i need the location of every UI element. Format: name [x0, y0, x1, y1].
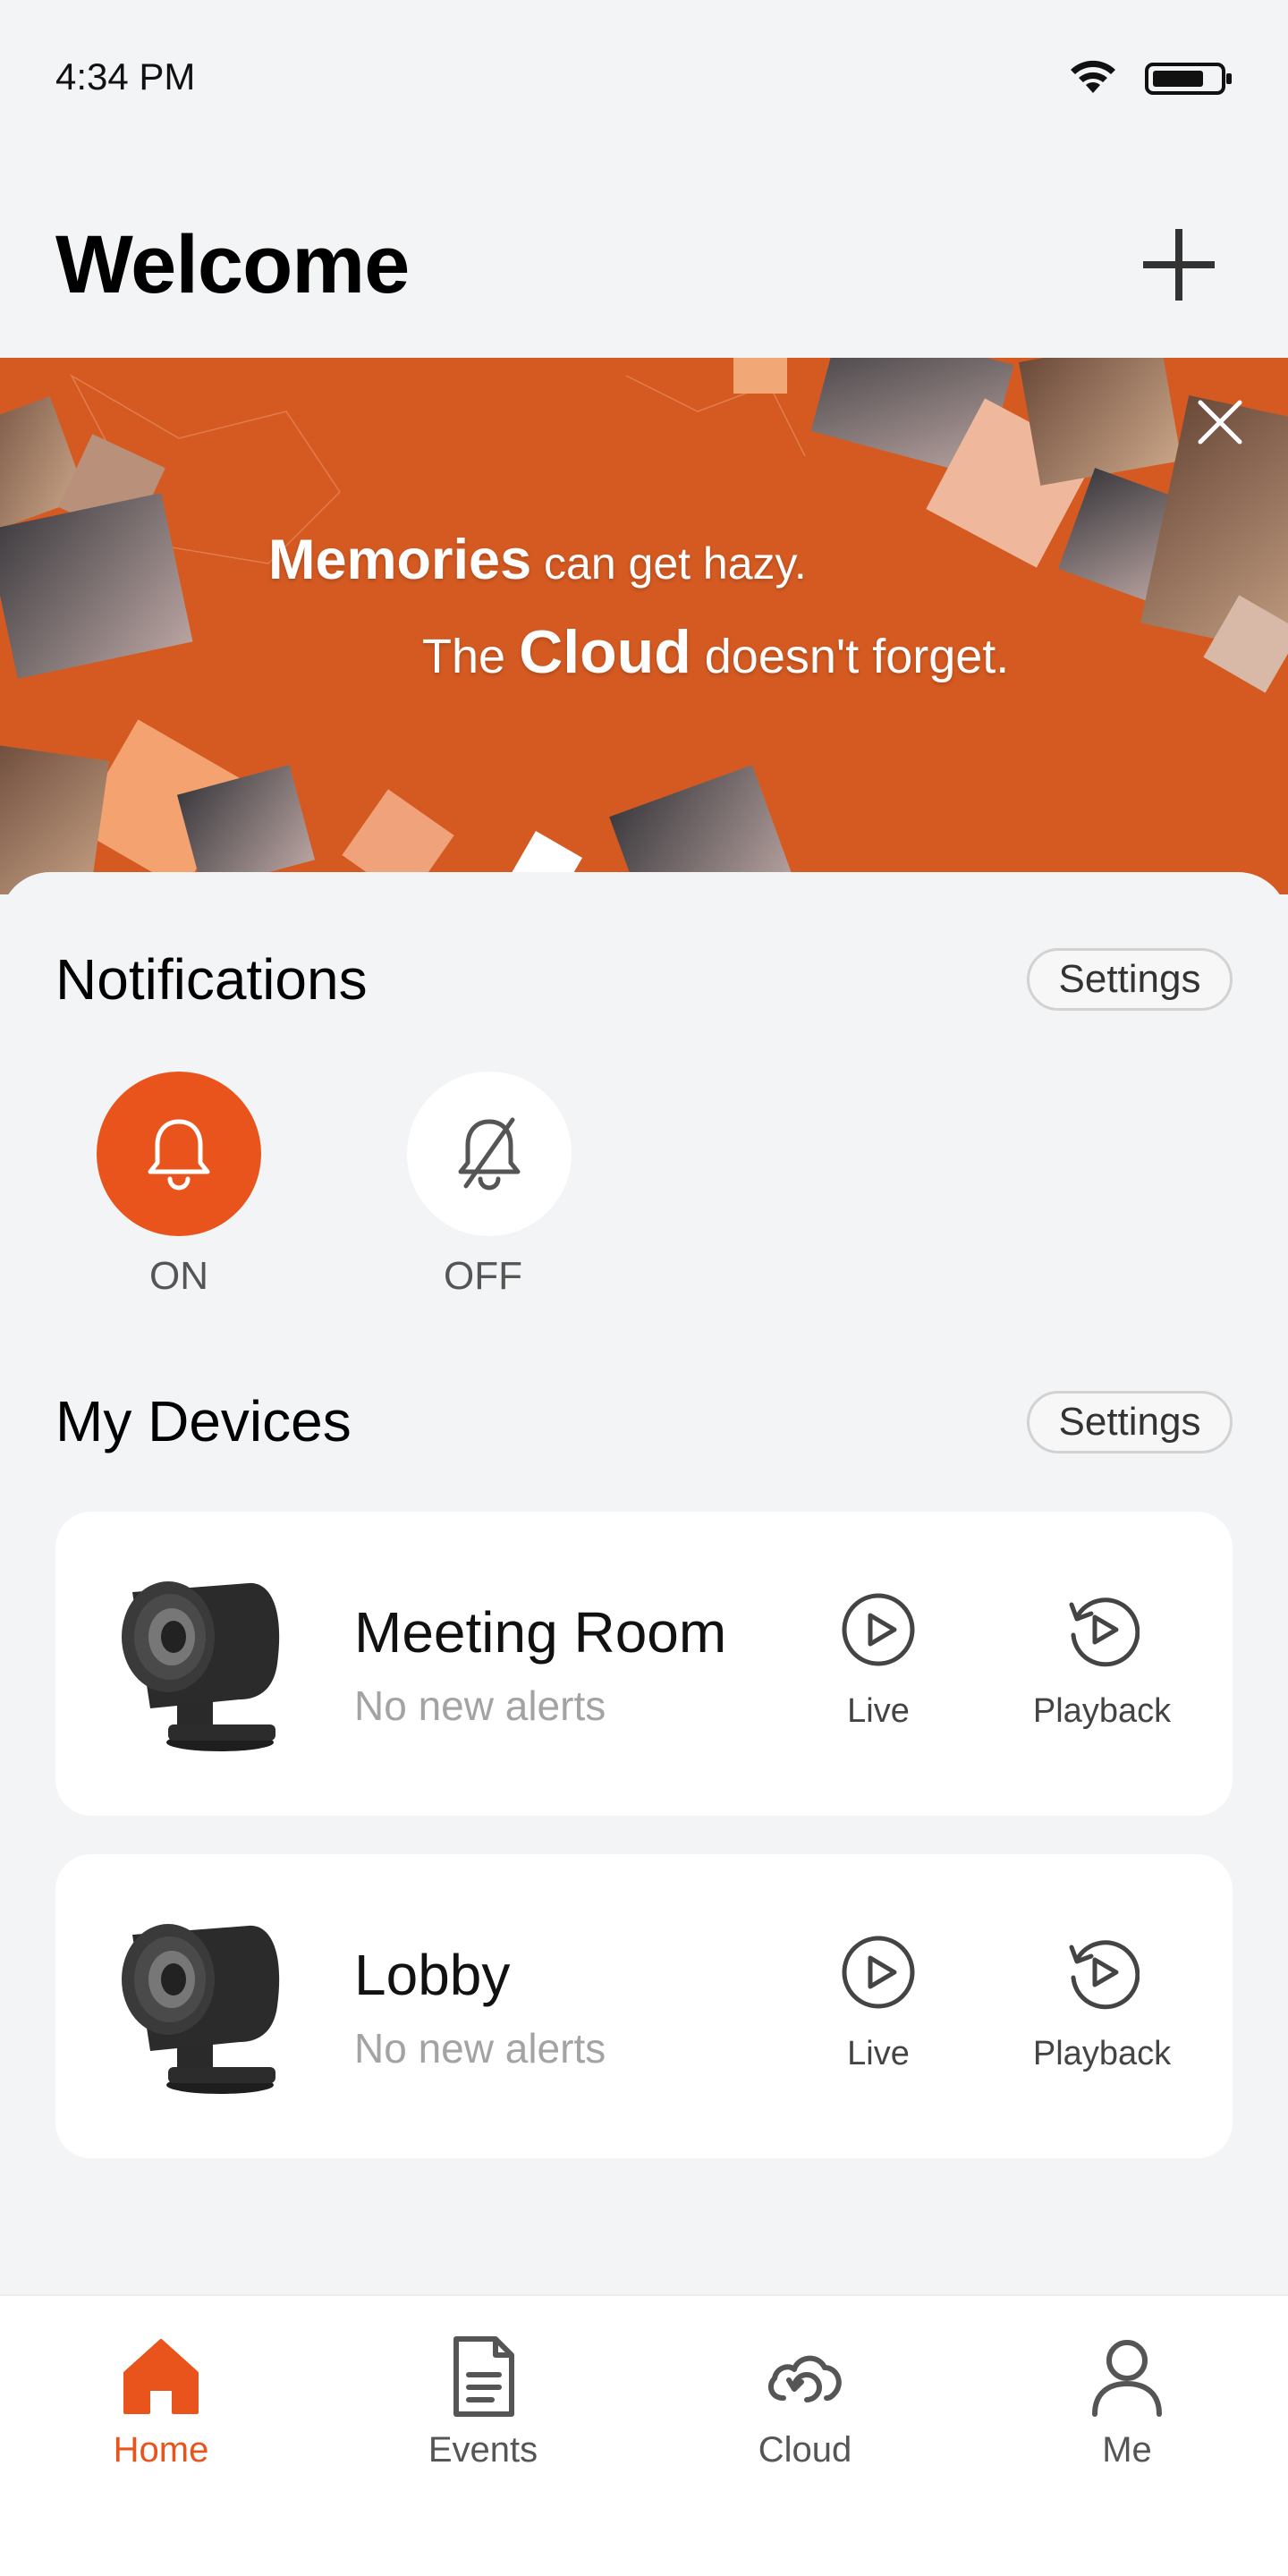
- device-name: Meeting Room: [354, 1600, 727, 1665]
- live-label: Live: [847, 2035, 910, 2072]
- playback-button[interactable]: Playback: [1004, 1592, 1200, 1753]
- replay-icon: [1069, 1940, 1140, 2010]
- tab-cloud[interactable]: Cloud: [689, 2316, 921, 2477]
- notifications-title: Notifications: [55, 947, 368, 1012]
- live-button[interactable]: Live: [798, 1592, 959, 1753]
- device-card-lobby[interactable]: Lobby No new alerts Live Playback: [55, 1854, 1233, 2158]
- bell-off-icon: [458, 1117, 521, 1191]
- live-button[interactable]: Live: [798, 1935, 959, 2096]
- banner-line-1: Memories can get hazy.: [268, 529, 807, 591]
- close-icon[interactable]: [1195, 397, 1245, 447]
- camera-image: [122, 1924, 280, 2094]
- add-device-button[interactable]: [1136, 222, 1222, 308]
- tab-label: Home: [113, 2430, 209, 2470]
- wifi-icon: [1071, 60, 1115, 93]
- device-status: No new alerts: [354, 1682, 606, 1729]
- bell-icon: [148, 1119, 210, 1191]
- person-icon: [1092, 2340, 1162, 2417]
- tab-events[interactable]: Events: [367, 2316, 599, 2477]
- notifications-on-button[interactable]: [97, 1072, 261, 1236]
- bottom-tab-bar: Home Events Cloud Me: [0, 2294, 1288, 2576]
- notifications-settings-button[interactable]: Settings: [1027, 948, 1233, 1011]
- notifications-off-label: OFF: [444, 1254, 522, 1298]
- tab-label: Cloud: [758, 2430, 852, 2470]
- status-bar: 4:34 PM: [0, 0, 1288, 143]
- tab-label: Events: [428, 2430, 538, 2470]
- device-card-meeting-room[interactable]: Meeting Room No new alerts Live Playback: [55, 1512, 1233, 1816]
- tab-label: Me: [1102, 2430, 1152, 2470]
- document-icon: [453, 2336, 514, 2417]
- tab-home[interactable]: Home: [45, 2316, 277, 2477]
- live-label: Live: [847, 1692, 910, 1730]
- devices-title: My Devices: [55, 1389, 352, 1453]
- notifications-on-label: ON: [149, 1254, 208, 1298]
- device-name: Lobby: [354, 1943, 511, 2007]
- status-time: 4:34 PM: [55, 55, 196, 97]
- page-title: Welcome: [55, 219, 410, 310]
- banner-line-2: The Cloud doesn't forget.: [422, 618, 1010, 686]
- play-circle-icon: [842, 1593, 915, 1666]
- notifications-off-button[interactable]: [407, 1072, 572, 1236]
- home-icon: [123, 2339, 199, 2414]
- playback-button[interactable]: Playback: [1004, 1935, 1200, 2096]
- camera-image: [122, 1581, 280, 1751]
- device-status: No new alerts: [354, 2025, 606, 2072]
- devices-settings-button[interactable]: Settings: [1027, 1391, 1233, 1453]
- cloud-icon: [767, 2355, 842, 2402]
- cloud-promo-banner[interactable]: Memories can get hazy. The Cloud doesn't…: [0, 358, 1288, 894]
- header: Welcome: [0, 179, 1288, 358]
- playback-label: Playback: [1032, 2035, 1172, 2072]
- play-circle-icon: [842, 1936, 915, 2009]
- battery-icon: [1145, 63, 1232, 95]
- tab-me[interactable]: Me: [1011, 2316, 1243, 2477]
- playback-label: Playback: [1032, 1692, 1172, 1730]
- replay-icon: [1069, 1597, 1140, 1667]
